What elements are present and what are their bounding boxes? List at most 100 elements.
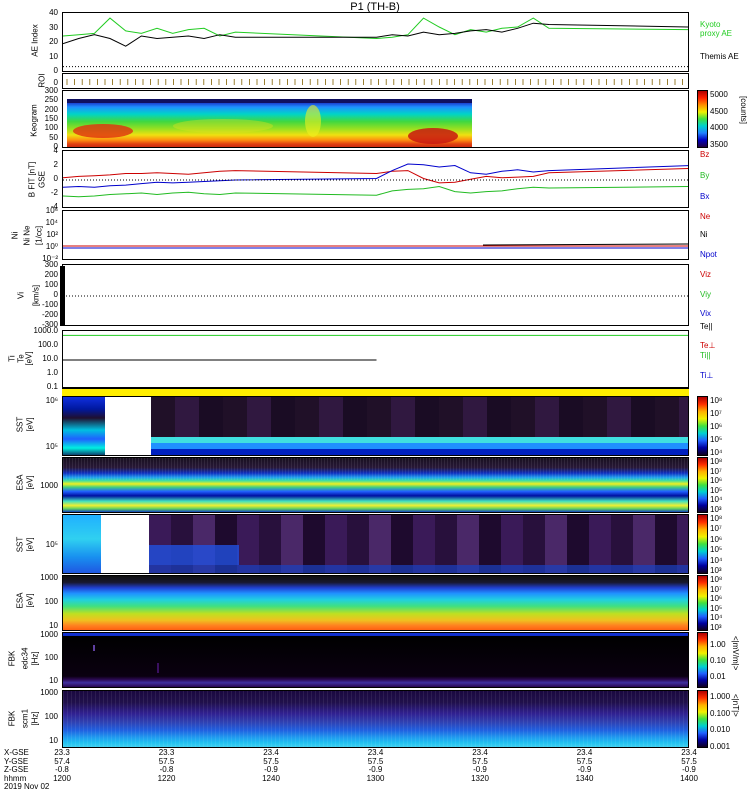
sst-ion-spectrogram xyxy=(62,514,689,574)
velocity-ytick: -200 xyxy=(41,310,58,319)
keogram-colorbar xyxy=(697,90,708,148)
esa-i-colorbar-tick: 10³ xyxy=(710,623,722,632)
bfield-ytick: -2 xyxy=(50,188,58,197)
density-legend-npot: Npot xyxy=(700,250,717,259)
ae-ytick: 10 xyxy=(49,51,58,61)
sst-e-unit: [eV] xyxy=(25,417,35,432)
density-legend-ni: Ni xyxy=(700,230,708,239)
esa-i-colorbar-tick: 10⁵ xyxy=(710,603,723,613)
keogram-colorbar-tick: 4000 xyxy=(710,123,728,133)
temperature-panel xyxy=(62,330,689,388)
velocity-ytick: 300 xyxy=(44,260,58,269)
keogram-ytick: 150 xyxy=(44,114,58,123)
density-ytick: 10² xyxy=(46,230,58,239)
velocity-ytick: -100 xyxy=(41,300,58,309)
esa-i-colorbar-tick: 10⁷ xyxy=(710,584,722,594)
fbk1-colorbar-unit: <|mV/m|> xyxy=(731,636,740,671)
fbk1-ytick: 1000 xyxy=(40,630,58,639)
keogram-panel xyxy=(62,90,689,148)
esa-i-colorbar-tick: 10⁸ xyxy=(710,575,723,584)
ae-panel xyxy=(62,12,689,72)
roi-panel xyxy=(62,73,689,89)
density-legend-ne: Ne xyxy=(700,212,711,221)
ae-ytick: 40 xyxy=(49,8,58,17)
bfield-ytick: 0 xyxy=(53,174,58,183)
sst-electron-spectrogram xyxy=(62,396,689,456)
bfield-legend-bz: Bz xyxy=(700,150,710,159)
sst-i-colorbar xyxy=(697,514,708,574)
fbk2-colorbar-tick: 0.010 xyxy=(710,725,731,735)
esa-i-colorbar-tick: 10⁴ xyxy=(710,613,723,623)
velocity-panel xyxy=(62,264,689,326)
fbk1-colorbar-tick: 0.01 xyxy=(710,672,726,681)
fbk2-ytick: 1000 xyxy=(40,688,58,697)
ae-series-line xyxy=(63,17,688,40)
fbk1-ylabel: FBK xyxy=(7,650,17,667)
esa-e-ytick: 1000 xyxy=(40,481,58,490)
velocity-left-bar xyxy=(60,266,65,326)
keogram-ytick: 100 xyxy=(44,123,58,133)
sst-e-colorbar-tick: 10⁴ xyxy=(710,448,723,457)
velocity-plot xyxy=(63,295,688,297)
keogram-ytick: 200 xyxy=(44,104,58,114)
keogram-ytick: 250 xyxy=(44,95,58,105)
temperature-ytick: 100.0 xyxy=(37,340,58,349)
xaxis-tick-label: 1220 xyxy=(157,773,176,783)
esa-i-colorbar xyxy=(697,575,708,631)
keogram-colorbar-tick: 4500 xyxy=(710,106,728,116)
temperature-ytick: 1.0 xyxy=(46,368,58,377)
keogram-colorbar-unit: [counts] xyxy=(739,96,748,125)
fbk2-ytick: 10 xyxy=(49,736,58,745)
xaxis-tick-label: 1400 xyxy=(680,773,698,783)
sst-e-colorbar-tick: 10⁶ xyxy=(710,422,723,431)
keogram-heatmap xyxy=(67,99,472,147)
fbk2-ytick: 100 xyxy=(44,712,58,721)
ae-ytick: 30 xyxy=(49,22,58,32)
velocity-ytick: 0 xyxy=(53,290,58,299)
ae-legend-themis: Themis AE xyxy=(700,52,739,61)
keogram-ytick: 50 xyxy=(49,132,58,142)
sst-e-colorbar xyxy=(697,396,708,456)
xaxis-tick-label: 1240 xyxy=(262,773,280,783)
esa-e-colorbar-tick: 10⁵ xyxy=(710,485,723,495)
velocity-ytick: 100 xyxy=(44,280,58,289)
roi-strip xyxy=(66,79,683,85)
density-ytick: 10⁶ xyxy=(45,206,58,215)
density-plot xyxy=(63,243,688,249)
sst-i-colorbar-tick: 10³ xyxy=(710,566,722,575)
bfield-series-line xyxy=(63,167,688,184)
density-panel xyxy=(62,210,689,260)
velocity-legend-viz: Viz xyxy=(700,270,711,279)
temperature-ytick: 1000.0 xyxy=(33,326,58,335)
sst-i-colorbar-tick: 10⁶ xyxy=(710,534,723,544)
xaxis-tick-label: 1200 xyxy=(53,773,71,783)
xaxis-tick-label: 1340 xyxy=(575,773,594,783)
bfield-ytick: 4 xyxy=(53,146,58,155)
fbk1-colorbar-tick: 1.00 xyxy=(710,640,726,649)
temperature-legend-teperp: Te⊥ xyxy=(700,341,716,350)
esa-e-colorbar-tick: 10⁴ xyxy=(710,495,723,505)
fbk2-colorbar-tick: 0.100 xyxy=(710,708,731,718)
fbk1-colorbar xyxy=(697,632,708,688)
bfield-panel xyxy=(62,150,689,208)
fbk1-colorbar-tick: 0.10 xyxy=(710,656,726,665)
sst-i-colorbar-tick: 10⁴ xyxy=(710,555,723,565)
sst-i-colorbar-tick: 10⁵ xyxy=(710,545,723,555)
sst-e-colorbar-tick: 10⁷ xyxy=(710,409,722,418)
sst-e-ylabel: SST xyxy=(15,416,25,433)
ae-legend-kyoto: Kyoto proxy AE xyxy=(700,20,733,38)
esa-e-colorbar-tick: 10⁷ xyxy=(710,466,722,476)
fbk1-ytick: 10 xyxy=(49,676,58,685)
fbk2-colorbar-tick: 0.001 xyxy=(710,742,731,751)
esa-e-ylabel: ESA xyxy=(15,474,25,491)
temperature-plot xyxy=(63,334,688,361)
keogram-colorbar-tick: 5000 xyxy=(710,90,728,99)
velocity-legend-vix: Vix xyxy=(700,309,711,318)
bfield-legend-by: By xyxy=(700,171,710,180)
velocity-ytick: 200 xyxy=(44,270,58,279)
fbk-scm1-spectrogram xyxy=(62,690,689,748)
keogram-ytick: 300 xyxy=(44,86,58,95)
esa-ion-spectrogram xyxy=(62,575,689,631)
sst-i-ytick: 10⁵ xyxy=(45,540,58,549)
ae-series-line xyxy=(63,22,688,47)
